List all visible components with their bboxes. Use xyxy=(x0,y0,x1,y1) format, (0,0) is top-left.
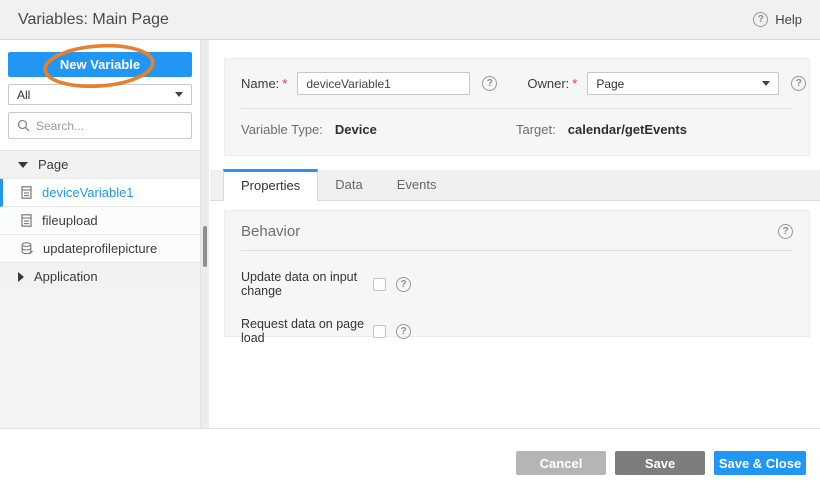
search-icon xyxy=(17,119,30,132)
sidebar-group-application[interactable]: Application xyxy=(0,263,200,291)
sidebar-group-page[interactable]: Page xyxy=(0,151,200,179)
caret-down-icon xyxy=(18,162,28,168)
owner-select[interactable]: Page xyxy=(587,72,779,95)
name-input[interactable] xyxy=(297,72,470,95)
group-label: Application xyxy=(34,269,98,284)
device-variable-icon xyxy=(21,214,32,227)
sidebar-empty-area xyxy=(0,290,200,428)
new-variable-button[interactable]: New Variable xyxy=(8,52,192,77)
update-on-input-change-row: Update data on input change xyxy=(225,270,809,298)
update-on-input-change-help-icon[interactable] xyxy=(396,277,411,292)
variable-detail-panel: Name:* Owner:* Page Var xyxy=(210,40,820,428)
request-on-page-load-label: Request data on page load xyxy=(241,317,373,345)
search-input[interactable] xyxy=(36,119,183,133)
required-asterisk: * xyxy=(572,76,577,91)
detail-tabs: Properties Data Events xyxy=(210,170,820,201)
page-title: Variables: Main Page xyxy=(18,11,169,29)
filter-value: All xyxy=(17,88,30,102)
help-icon xyxy=(753,12,768,27)
behavior-help-icon[interactable] xyxy=(778,224,793,239)
sidebar-scrollbar-track xyxy=(200,40,209,428)
save-button[interactable]: Save xyxy=(615,451,705,475)
search-box xyxy=(8,112,192,139)
owner-value: Page xyxy=(596,77,624,91)
caret-right-icon xyxy=(18,272,24,282)
name-help-icon[interactable] xyxy=(482,76,497,91)
variables-dialog: Variables: Main Page Help New Variable A… xyxy=(0,0,820,486)
help-button[interactable]: Help xyxy=(753,12,802,27)
tab-data[interactable]: Data xyxy=(318,169,379,200)
variable-label: updateprofilepicture xyxy=(43,241,157,256)
request-on-page-load-help-icon[interactable] xyxy=(396,324,411,339)
sidebar-item-devicevariable1[interactable]: deviceVariable1 xyxy=(0,179,200,207)
chevron-down-icon xyxy=(762,81,770,86)
chevron-down-icon xyxy=(175,92,183,97)
service-variable-icon xyxy=(21,242,33,255)
variable-type-value: Device xyxy=(335,122,377,137)
sidebar-item-updateprofilepicture[interactable]: updateprofilepicture xyxy=(0,235,200,263)
sidebar-scrollbar-thumb[interactable] xyxy=(203,226,207,267)
name-label: Name:* xyxy=(241,76,287,91)
cancel-button[interactable]: Cancel xyxy=(516,451,606,475)
update-on-input-change-checkbox[interactable] xyxy=(373,278,386,291)
target-value: calendar/getEvents xyxy=(568,122,687,137)
help-label: Help xyxy=(775,12,802,27)
required-asterisk: * xyxy=(282,76,287,91)
dialog-header: Variables: Main Page Help xyxy=(0,0,820,40)
variable-filter-select[interactable]: All xyxy=(8,84,192,105)
variable-type-label: Variable Type: xyxy=(241,122,323,137)
variable-label: deviceVariable1 xyxy=(42,185,134,200)
device-variable-icon xyxy=(21,186,32,199)
request-on-page-load-checkbox[interactable] xyxy=(373,325,386,338)
tab-events[interactable]: Events xyxy=(380,169,454,200)
variable-label: fileupload xyxy=(42,213,98,228)
request-on-page-load-row: Request data on page load xyxy=(225,317,809,345)
sidebar-item-fileupload[interactable]: fileupload xyxy=(0,207,200,235)
group-label: Page xyxy=(38,157,68,172)
dialog-footer: Cancel Save Save & Close xyxy=(0,428,820,486)
save-and-close-button[interactable]: Save & Close xyxy=(714,451,806,475)
variables-tree: Page deviceVariable1 fileupload xyxy=(0,150,200,291)
behavior-panel: Behavior Update data on input change Req… xyxy=(224,210,810,337)
tab-properties[interactable]: Properties xyxy=(223,169,318,201)
divider xyxy=(241,250,793,251)
variables-sidebar: New Variable All Page xyxy=(0,40,200,428)
owner-help-icon[interactable] xyxy=(791,76,806,91)
target-label: Target: xyxy=(516,122,556,137)
update-on-input-change-label: Update data on input change xyxy=(241,270,373,298)
behavior-section-title: Behavior xyxy=(241,223,300,240)
owner-label: Owner:* xyxy=(527,76,577,91)
variable-summary-panel: Name:* Owner:* Page Var xyxy=(224,58,810,156)
